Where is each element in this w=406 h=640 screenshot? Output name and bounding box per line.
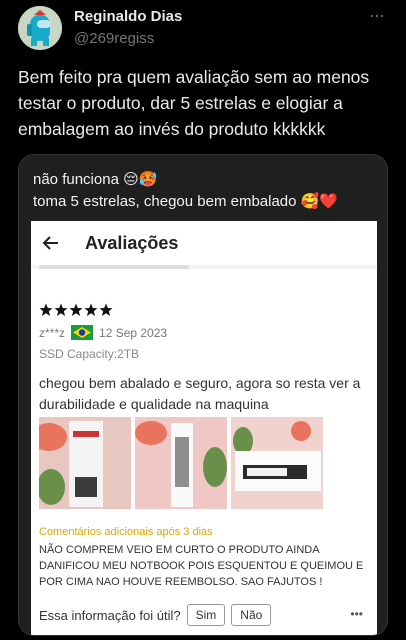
filter-bar <box>39 265 189 269</box>
tweet-media[interactable]: não funciona 😔🥵 toma 5 estrelas, chegou … <box>18 154 388 636</box>
review-photo[interactable] <box>135 417 227 509</box>
app-bar: Avaliações <box>31 221 377 265</box>
star-icon <box>54 303 68 316</box>
yes-button[interactable]: Sim <box>186 604 226 626</box>
brazil-flag-icon <box>71 325 94 340</box>
avatar[interactable] <box>18 6 62 50</box>
star-icon <box>99 303 113 316</box>
review-more-icon[interactable]: ••• <box>350 607 363 621</box>
review-meta: z***z 12 Sep 2023 <box>39 325 167 340</box>
caption-line-2: toma 5 estrelas, chegou bem embalado 🥰❤️ <box>33 193 339 210</box>
star-rating <box>39 303 113 317</box>
page-title: Avaliações <box>85 232 179 253</box>
star-icon <box>69 303 83 316</box>
review-date: 12 Sep 2023 <box>99 325 168 340</box>
review-photo[interactable] <box>231 417 323 509</box>
among-us-avatar-icon <box>18 6 62 50</box>
star-icon <box>84 303 98 316</box>
media-caption: não funciona 😔🥵 toma 5 estrelas, chegou … <box>33 169 338 213</box>
author-name[interactable]: Reginaldo Dias <box>74 8 182 25</box>
helpful-feedback: Essa informação foi útil? Sim Não <box>39 604 272 626</box>
more-options-icon[interactable]: ⋯ <box>369 6 386 26</box>
no-button[interactable]: Não <box>231 604 272 626</box>
review-photo[interactable] <box>39 417 131 509</box>
arrow-left-icon[interactable] <box>37 229 65 257</box>
additional-comments-title: Comentários adicionais após 3 dias <box>39 526 213 538</box>
app-screenshot: Avaliações z***z 12 Sep 2023 SSD Capacit… <box>31 221 377 635</box>
additional-comments-text: NÃO COMPREM VEIO EM CURTO O PRODUTO AIND… <box>39 544 364 588</box>
author-handle[interactable]: @269regiss <box>74 30 154 47</box>
caption-line-1: não funciona 😔🥵 <box>33 171 158 188</box>
tweet-text: Bem feito pra quem avaliação sem ao meno… <box>18 67 370 139</box>
star-icon <box>39 303 53 316</box>
review-text: chegou bem abalado e seguro, agora so re… <box>39 375 361 412</box>
reviewer-name: z***z <box>39 325 66 340</box>
feedback-question: Essa informação foi útil? <box>39 607 181 623</box>
review-photos <box>39 417 323 509</box>
ssd-capacity: SSD Capacity:2TB <box>39 347 140 361</box>
